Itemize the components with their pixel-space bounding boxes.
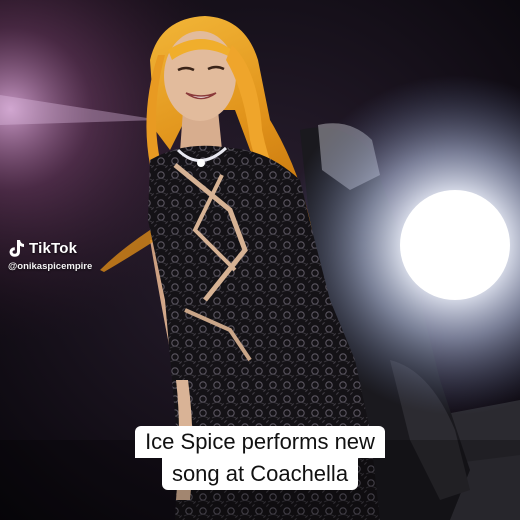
tiktok-brand-row: TikTok: [8, 239, 92, 258]
tiktok-handle: @onikaspicempire: [8, 261, 93, 272]
video-caption: Ice Spice performs new song at Coachella: [0, 426, 520, 490]
tiktok-brand-label: TikTok: [29, 240, 78, 257]
caption-line-1: Ice Spice performs new: [135, 426, 385, 458]
tiktok-note-icon: [9, 240, 24, 257]
caption-line-2: song at Coachella: [161, 458, 359, 490]
video-frame: TikTok @onikaspicempire Ice Spice perfor…: [0, 0, 520, 520]
tiktok-watermark: TikTok @onikaspicempire: [8, 239, 92, 272]
